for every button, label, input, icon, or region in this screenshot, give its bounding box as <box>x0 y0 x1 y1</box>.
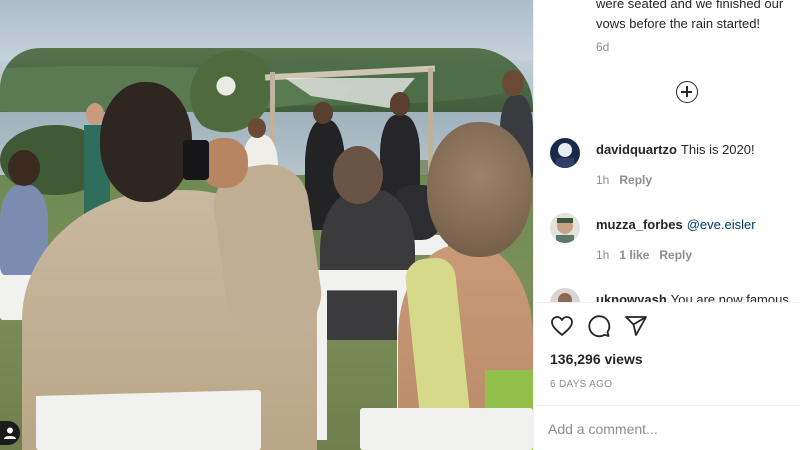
comment-username[interactable]: muzza_forbes <box>596 217 683 232</box>
guest-head <box>100 82 192 202</box>
guest-head <box>8 150 40 186</box>
comment-username[interactable]: uknowyash <box>596 292 667 302</box>
guest-woman-hair <box>427 122 532 257</box>
flower-arrangement <box>190 50 280 140</box>
post-date[interactable]: 6 DAYS AGO <box>550 379 612 390</box>
reply-button[interactable]: Reply <box>619 173 652 187</box>
heart-icon[interactable] <box>550 314 576 340</box>
comment-text: This is 2020! <box>680 142 755 157</box>
reply-button[interactable]: Reply <box>659 248 692 262</box>
groom-head <box>390 92 410 116</box>
divider <box>534 302 800 303</box>
avatar[interactable] <box>550 138 580 168</box>
comment-mention-link[interactable]: @eve.eisler <box>687 217 756 232</box>
comment-username[interactable]: davidquartzo <box>596 142 677 157</box>
guest-head <box>333 146 383 204</box>
comment-body: davidquartzo This is 2020! <box>596 141 796 159</box>
comment-meta: 1h Reply <box>596 173 662 187</box>
comment-bubble-icon[interactable] <box>587 314 613 340</box>
comments-list: davidquartzo This is 2020! 1h Reply muzza_… <box>534 130 800 302</box>
bride-head <box>248 118 266 138</box>
paper-plane-icon[interactable] <box>624 314 650 340</box>
comment-text: You are now famous <box>670 292 789 302</box>
plus-circle-icon[interactable] <box>676 81 698 103</box>
officiant-head <box>313 102 333 124</box>
view-count[interactable]: 136,296 views <box>550 351 643 367</box>
white-chair <box>360 408 533 450</box>
comment-likes[interactable]: 1 like <box>619 248 649 262</box>
white-chair <box>36 390 261 450</box>
comment-age[interactable]: 1h <box>596 173 609 187</box>
divider <box>534 405 800 406</box>
comment-body: uknowyash You are now famous <box>596 291 796 302</box>
caption-text: were seated and we finished our vows bef… <box>596 0 784 31</box>
post-video[interactable] <box>0 0 533 450</box>
avatar[interactable] <box>550 213 580 243</box>
add-comment-input[interactable] <box>548 421 788 437</box>
comment-body: muzza_forbes @eve.eisler <box>596 216 796 234</box>
post-sidebar: were seated and we finished our vows bef… <box>533 0 800 450</box>
phone <box>183 140 209 180</box>
caption-age[interactable]: 6d <box>596 40 609 54</box>
avatar[interactable] <box>550 288 580 302</box>
comment-meta: 1h 1 like Reply <box>596 248 702 262</box>
comment-age[interactable]: 1h <box>596 248 609 262</box>
groomsman-head <box>502 70 524 96</box>
